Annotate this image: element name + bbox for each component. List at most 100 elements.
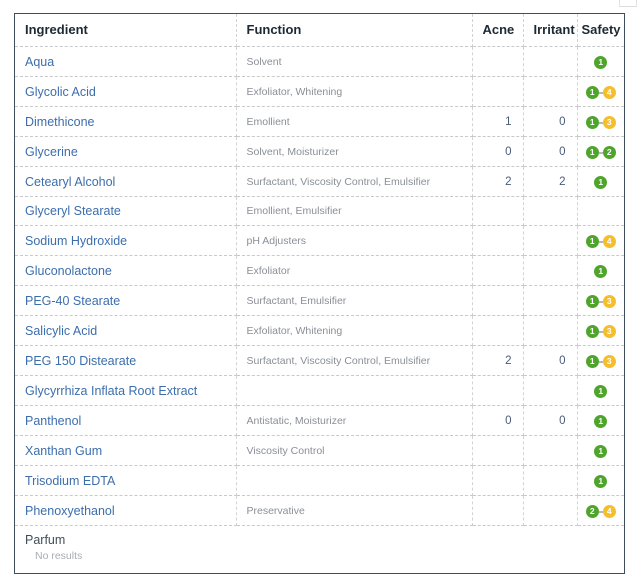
cell-function: Surfactant, Emulsifier (236, 285, 473, 316)
safety-badge[interactable]: 1 (585, 295, 599, 308)
cell-safety: 12 (577, 136, 624, 167)
safety-badge[interactable]: 3 (602, 116, 616, 129)
cell-safety: 24 (577, 495, 624, 526)
ingredient-link[interactable]: Trisodium EDTA (25, 474, 115, 488)
safety-rating-group: 24 (585, 505, 616, 518)
cell-function: Emollient, Emulsifier (236, 196, 473, 226)
cell-function: Exfoliator, Whitening (236, 76, 473, 107)
safety-badge[interactable]: 1 (585, 325, 599, 338)
cell-irritant (523, 255, 578, 286)
safety-rating-group: 13 (585, 295, 616, 308)
safety-rating-group: 13 (585, 116, 616, 129)
ingredient-link[interactable]: Gluconolactone (25, 264, 112, 278)
safety-rating-group: 1 (594, 445, 608, 458)
ingredient-link[interactable]: Phenoxyethanol (25, 504, 115, 518)
safety-badge[interactable]: 1 (585, 86, 599, 99)
cell-acne: 0 (472, 136, 524, 167)
cell-ingredient: Glycyrrhiza Inflata Root Extract (15, 375, 237, 406)
safety-badge[interactable]: 1 (585, 116, 599, 129)
safety-badge[interactable]: 1 (585, 146, 599, 159)
cell-acne: 0 (472, 405, 524, 436)
cell-acne (472, 375, 524, 406)
cell-ingredient: Glyceryl Stearate (15, 196, 237, 226)
cell-function: Solvent, Moisturizer (236, 136, 473, 167)
column-header-safety[interactable]: Safety (577, 14, 624, 47)
ingredient-link[interactable]: Glyceryl Stearate (25, 204, 121, 218)
safety-rating-group: 1 (594, 265, 608, 278)
safety-badge[interactable]: 1 (585, 235, 599, 248)
safety-badge[interactable]: 2 (602, 146, 616, 159)
safety-badge[interactable]: 4 (602, 505, 616, 518)
cell-safety (577, 196, 624, 226)
safety-badge[interactable]: 1 (594, 176, 608, 189)
ingredient-link[interactable]: Glycolic Acid (25, 85, 96, 99)
column-header-irritant[interactable]: Irritant (523, 14, 578, 47)
column-header-acne[interactable]: Acne (472, 14, 524, 47)
table-row: Trisodium EDTA 1 (15, 465, 624, 496)
safety-badge[interactable]: 2 (585, 505, 599, 518)
safety-rating-group: 14 (585, 235, 616, 248)
cell-ingredient: Sodium Hydroxide (15, 225, 237, 256)
safety-badge[interactable]: 1 (594, 265, 608, 278)
ingredient-link[interactable]: Sodium Hydroxide (25, 234, 127, 248)
ingredient-link[interactable]: Glycerine (25, 145, 78, 159)
safety-badge[interactable]: 4 (602, 235, 616, 248)
column-header-function[interactable]: Function (236, 14, 473, 47)
table-body: Aqua Solvent 1 Glycolic Acid Exfoliator, Whi… (15, 46, 624, 574)
ingredient-link[interactable]: Dimethicone (25, 115, 94, 129)
table-row: Xanthan Gum Viscosity Control 1 (15, 435, 624, 466)
ingredient-link[interactable]: Xanthan Gum (25, 444, 102, 458)
safety-rating-group: 1 (594, 385, 608, 398)
ingredient-link[interactable]: PEG 150 Distearate (25, 354, 136, 368)
table-row: Glycolic Acid Exfoliator, Whitening 1 4 (15, 76, 624, 107)
cell-irritant: 0 (523, 345, 578, 376)
cell-ingredient: Trisodium EDTA (15, 465, 237, 496)
table-row: Cetearyl Alcohol Surfactant, Viscosity Co… (15, 166, 624, 197)
cell-irritant (523, 285, 578, 316)
cell-irritant (523, 76, 578, 107)
cell-irritant (523, 375, 578, 406)
ingredient-analysis-table: Ingredient Function Acne Irritant Safety… (15, 14, 624, 573)
ingredient-link[interactable]: Salicylic Acid (25, 324, 97, 338)
column-header-ingredient[interactable]: Ingredient (15, 14, 237, 47)
cell-acne (472, 315, 524, 346)
cell-ingredient: Aqua (15, 46, 237, 77)
cell-acne (472, 46, 524, 77)
unmatched-ingredient-name: Parfum (25, 533, 66, 547)
safety-badge[interactable]: 1 (585, 355, 599, 368)
table-row: PEG 150 Distearate Surfactant, Viscosity … (15, 345, 624, 376)
safety-badge[interactable]: 1 (594, 445, 608, 458)
safety-badge[interactable]: 3 (602, 355, 616, 368)
ingredient-link[interactable]: Panthenol (25, 414, 81, 428)
ingredient-link[interactable]: Glycyrrhiza Inflata Root Extract (25, 384, 197, 398)
no-results-note: No results (35, 550, 83, 562)
safety-badge[interactable]: 3 (602, 325, 616, 338)
cell-acne (472, 435, 524, 466)
table-row: Dimethicone Emollient 1 0 1 3 (15, 106, 624, 137)
cell-acne: 2 (472, 345, 524, 376)
cell-ingredient: Dimethicone (15, 106, 237, 137)
cell-irritant (523, 46, 578, 77)
table-row: Glycyrrhiza Inflata Root Extract 1 (15, 375, 624, 406)
no-result-cell: Parfum No results (15, 526, 624, 574)
ingredient-link[interactable]: Aqua (25, 55, 54, 69)
safety-badge[interactable]: 3 (602, 295, 616, 308)
safety-badge[interactable]: 4 (602, 86, 616, 99)
cell-function: Surfactant, Viscosity Control, Emulsifie… (236, 345, 473, 376)
cell-ingredient: Glycolic Acid (15, 76, 237, 107)
cell-irritant (523, 225, 578, 256)
table-row: PEG-40 Stearate Surfactant, Emulsifier 1 3 (15, 285, 624, 316)
safety-badge[interactable]: 1 (594, 56, 608, 69)
safety-badge[interactable]: 1 (594, 385, 608, 398)
ingredient-link[interactable]: Cetearyl Alcohol (25, 175, 115, 189)
cell-irritant: 2 (523, 166, 578, 197)
cell-acne (472, 76, 524, 107)
safety-badge[interactable]: 1 (594, 475, 608, 488)
table-row: Gluconolactone Exfoliator 1 (15, 255, 624, 286)
ingredient-table-container: Ingredient Function Acne Irritant Safety… (14, 13, 625, 574)
safety-badge[interactable]: 1 (594, 415, 608, 428)
ingredient-link[interactable]: PEG-40 Stearate (25, 294, 120, 308)
cell-irritant (523, 495, 578, 526)
cell-safety: 13 (577, 285, 624, 316)
cell-function: Solvent (236, 46, 473, 77)
